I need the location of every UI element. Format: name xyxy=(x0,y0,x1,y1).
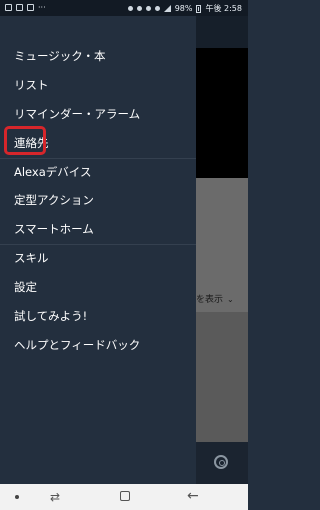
menu-item-lists[interactable]: リスト xyxy=(14,74,49,96)
menu-item-smart-home[interactable]: スマートホーム xyxy=(14,218,94,240)
menu-item-alexa-devices[interactable]: Alexaデバイス xyxy=(14,161,91,183)
notification-icon xyxy=(5,4,12,11)
battery-percent: 98% xyxy=(174,4,193,13)
background-app-header xyxy=(196,16,248,48)
menu-item-try-it[interactable]: 試してみよう! xyxy=(14,305,87,327)
filter-label: を表示 xyxy=(196,295,224,305)
image-icon xyxy=(16,4,23,11)
location-icon xyxy=(127,6,133,11)
menu-item-routines[interactable]: 定型アクション xyxy=(14,189,94,211)
menu-item-skills[interactable]: スキル xyxy=(14,247,49,269)
mute-icon xyxy=(145,6,151,11)
background-app-content xyxy=(196,312,248,442)
status-left: ··· xyxy=(5,3,46,12)
wifi-icon xyxy=(154,6,160,11)
menu-divider xyxy=(0,158,196,159)
bluetooth-icon xyxy=(136,6,142,11)
signal-icon xyxy=(163,5,171,12)
background-app-banner xyxy=(196,48,248,178)
nav-dot-icon xyxy=(15,495,19,499)
status-bar: ··· 98% 午後 2:58 xyxy=(0,0,248,16)
system-nav-bar: ⇄ ← xyxy=(0,484,248,510)
recents-icon[interactable]: ⇄ xyxy=(50,490,60,504)
background-app-card xyxy=(196,178,248,288)
chat-icon xyxy=(27,4,34,11)
menu-item-help-feedback[interactable]: ヘルプとフィードバック xyxy=(14,334,140,356)
gear-icon[interactable] xyxy=(214,455,228,469)
highlight-box xyxy=(4,126,46,155)
menu-item-music-books[interactable]: ミュージック・本 xyxy=(14,45,106,67)
chevron-down-icon: ⌄ xyxy=(227,295,234,304)
navigation-drawer: ミュージック・本 リスト リマインダー・アラーム 連絡先 Alexaデバイス 定… xyxy=(0,16,196,484)
back-icon[interactable]: ← xyxy=(187,488,199,504)
menu-item-reminders-alarms[interactable]: リマインダー・アラーム xyxy=(14,103,140,125)
background-app-filter: を表示 ⌄ xyxy=(196,288,248,312)
clock: 午後 2:58 xyxy=(205,4,242,13)
menu-item-settings[interactable]: 設定 xyxy=(14,276,37,298)
battery-icon xyxy=(196,4,202,13)
menu-divider xyxy=(0,244,196,245)
more-notifications: ··· xyxy=(38,3,46,12)
home-icon[interactable] xyxy=(120,491,130,501)
status-right: 98% 午後 2:58 xyxy=(127,3,242,14)
